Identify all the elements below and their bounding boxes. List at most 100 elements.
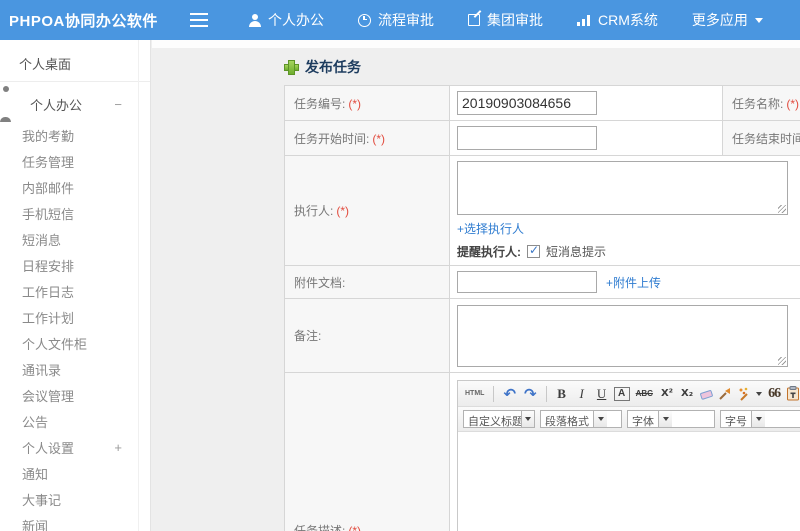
sidebar-item-label: 内部邮件 xyxy=(22,180,75,196)
sidebar-item-label: 会议管理 xyxy=(22,388,75,404)
page-header: 发布任务 xyxy=(285,57,361,77)
add-task-icon xyxy=(285,60,298,74)
executor-textarea[interactable] xyxy=(457,161,788,215)
remark-textarea[interactable] xyxy=(457,304,788,367)
executor-label: 执行人: xyxy=(294,204,334,218)
sidebar-item[interactable]: 新闻 xyxy=(0,512,150,531)
top-nav-item[interactable]: 流程审批 xyxy=(341,0,451,40)
font-size-dropdown[interactable]: 字号 xyxy=(720,410,800,428)
headings-dropdown[interactable]: 自定义标题 xyxy=(463,410,535,428)
chevron-down-icon xyxy=(597,417,604,424)
html-source-button[interactable]: HTML xyxy=(463,385,486,403)
chevron-down-icon xyxy=(662,417,669,424)
end-time-label-cell: 任务结束时间:(*) xyxy=(722,120,800,156)
sidebar-item[interactable]: 短消息 xyxy=(0,226,150,252)
chevron-down-icon xyxy=(754,17,763,27)
resize-handle[interactable] xyxy=(778,205,786,213)
sidebar-item[interactable]: 会议管理 xyxy=(0,382,150,408)
top-nav-item[interactable]: 更多应用 xyxy=(675,0,780,40)
task-name-label-cell: 任务名称: (*) xyxy=(722,85,800,121)
subscript-button[interactable]: X₂ xyxy=(679,385,695,403)
sidebar-menu: 个人桌面 个人办公 − 我的考勤 任务管理 内部邮件 手机短信 短消息 日程安排… xyxy=(0,40,151,531)
sidebar-item[interactable]: 个人桌面 xyxy=(0,46,150,82)
sidebar-item-label: 个人桌面 xyxy=(19,57,72,72)
content-top-strip xyxy=(152,40,800,48)
attachment-input[interactable] xyxy=(457,271,597,293)
top-nav-item[interactable]: 集团审批 xyxy=(451,0,560,40)
description-label-cell: 任务描述: (*) xyxy=(284,372,450,531)
font-family-dropdown[interactable]: 字体 xyxy=(627,410,715,428)
rich-text-editor: HTML ↶ ↷ B I U A ABC X² X₂ 66 自定义标题 段落格式… xyxy=(457,380,800,531)
expand-toggle-icon[interactable]: + xyxy=(114,440,122,455)
highlight-wand-icon[interactable] xyxy=(737,385,752,403)
user-icon xyxy=(249,13,261,27)
attachment-upload-link[interactable]: +附件上传 xyxy=(606,274,661,291)
required-mark: (*) xyxy=(336,204,350,218)
sidebar-item[interactable]: 个人设置 + xyxy=(0,434,150,460)
sms-remind-checkbox[interactable] xyxy=(527,243,540,258)
sidebar-item-label: 大事记 xyxy=(22,492,62,508)
editor-content-area[interactable] xyxy=(458,432,800,531)
eraser-icon[interactable] xyxy=(699,385,714,403)
approve-icon xyxy=(468,14,480,26)
process-icon xyxy=(358,13,371,27)
sidebar-item-label: 通讯录 xyxy=(22,362,62,378)
task-number-label-cell: 任务编号: (*) xyxy=(284,85,450,121)
sidebar-item[interactable]: 个人文件柜 xyxy=(0,330,150,356)
start-time-label-cell: 任务开始时间: (*) xyxy=(284,120,450,156)
undo-icon[interactable]: ↶ xyxy=(501,385,518,403)
chevron-down-icon xyxy=(525,417,532,424)
top-nav-item[interactable]: 个人办公 xyxy=(232,0,341,40)
sidebar-item[interactable]: 通讯录 xyxy=(0,356,150,382)
expand-toggle-icon[interactable]: − xyxy=(114,97,122,112)
sidebar-item-label: 新闻 xyxy=(22,518,49,531)
toolbar-separator xyxy=(493,385,495,402)
blockquote-button[interactable]: 66 xyxy=(766,385,782,403)
superscript-button[interactable]: X² xyxy=(659,385,675,403)
paragraph-format-dropdown[interactable]: 段落格式 xyxy=(540,410,622,428)
sidebar-item[interactable]: 公告 xyxy=(0,408,150,434)
paste-template-icon[interactable] xyxy=(786,385,800,403)
strikethrough-button[interactable]: ABC xyxy=(634,385,655,403)
top-nav-item[interactable]: CRM系统 xyxy=(560,0,675,40)
top-nav-item-label: CRM系统 xyxy=(598,12,658,28)
format-brush-icon[interactable] xyxy=(718,385,733,403)
sidebar-item-label: 工作计划 xyxy=(22,310,75,326)
redo-icon[interactable]: ↷ xyxy=(522,385,539,403)
sidebar-item[interactable]: 个人办公 − xyxy=(0,86,150,122)
chevron-down-icon[interactable] xyxy=(756,391,763,399)
start-time-input[interactable] xyxy=(457,126,597,150)
sidebar-item[interactable]: 任务管理 xyxy=(0,148,150,174)
sidebar-item[interactable]: 内部邮件 xyxy=(0,174,150,200)
sidebar-item[interactable]: 工作日志 xyxy=(0,278,150,304)
chevron-down-icon xyxy=(755,417,762,424)
sidebar-item[interactable]: 通知 xyxy=(0,460,150,486)
top-navbar: PHPOA协同办公软件 个人办公 流程审批 集团审批 CRM系统 更多应用 xyxy=(0,0,800,40)
sidebar-item[interactable]: 大事记 xyxy=(0,486,150,512)
choose-executor-link[interactable]: +选择执行人 xyxy=(457,222,524,236)
required-mark: (*) xyxy=(372,131,386,146)
attachment-label-cell: 附件文档: xyxy=(284,265,450,299)
sidebar-item-label: 个人设置 xyxy=(22,440,75,456)
task-number-input[interactable] xyxy=(457,91,597,115)
sidebar-item-label: 公告 xyxy=(22,414,49,430)
remark-label-cell: 备注: xyxy=(284,298,450,373)
sidebar-item[interactable]: 手机短信 xyxy=(0,200,150,226)
underline-button[interactable]: U xyxy=(594,385,610,403)
sidebar-item-label: 日程安排 xyxy=(22,258,75,274)
app-logo: PHPOA协同办公软件 xyxy=(9,12,158,30)
italic-button[interactable]: I xyxy=(574,385,590,403)
resize-handle[interactable] xyxy=(778,356,786,365)
sidebar-item[interactable]: 工作计划 xyxy=(0,304,150,330)
top-nav-menu: 个人办公 流程审批 集团审批 CRM系统 更多应用 xyxy=(232,0,780,40)
sidebar-item[interactable]: 日程安排 xyxy=(0,252,150,278)
editor-toolbar-row2: 自定义标题 段落格式 字体 字号 xyxy=(458,407,800,432)
sidebar-item[interactable]: 我的考勤 xyxy=(0,122,150,148)
end-time-label: 任务结束时间: xyxy=(732,131,800,146)
font-style-button[interactable]: A xyxy=(613,386,630,401)
sidebar-item-label: 手机短信 xyxy=(22,206,75,222)
start-time-label: 任务开始时间: xyxy=(294,131,370,146)
required-mark: (*) xyxy=(348,96,362,111)
menu-icon[interactable] xyxy=(190,13,208,27)
bold-button[interactable]: B xyxy=(554,385,570,403)
